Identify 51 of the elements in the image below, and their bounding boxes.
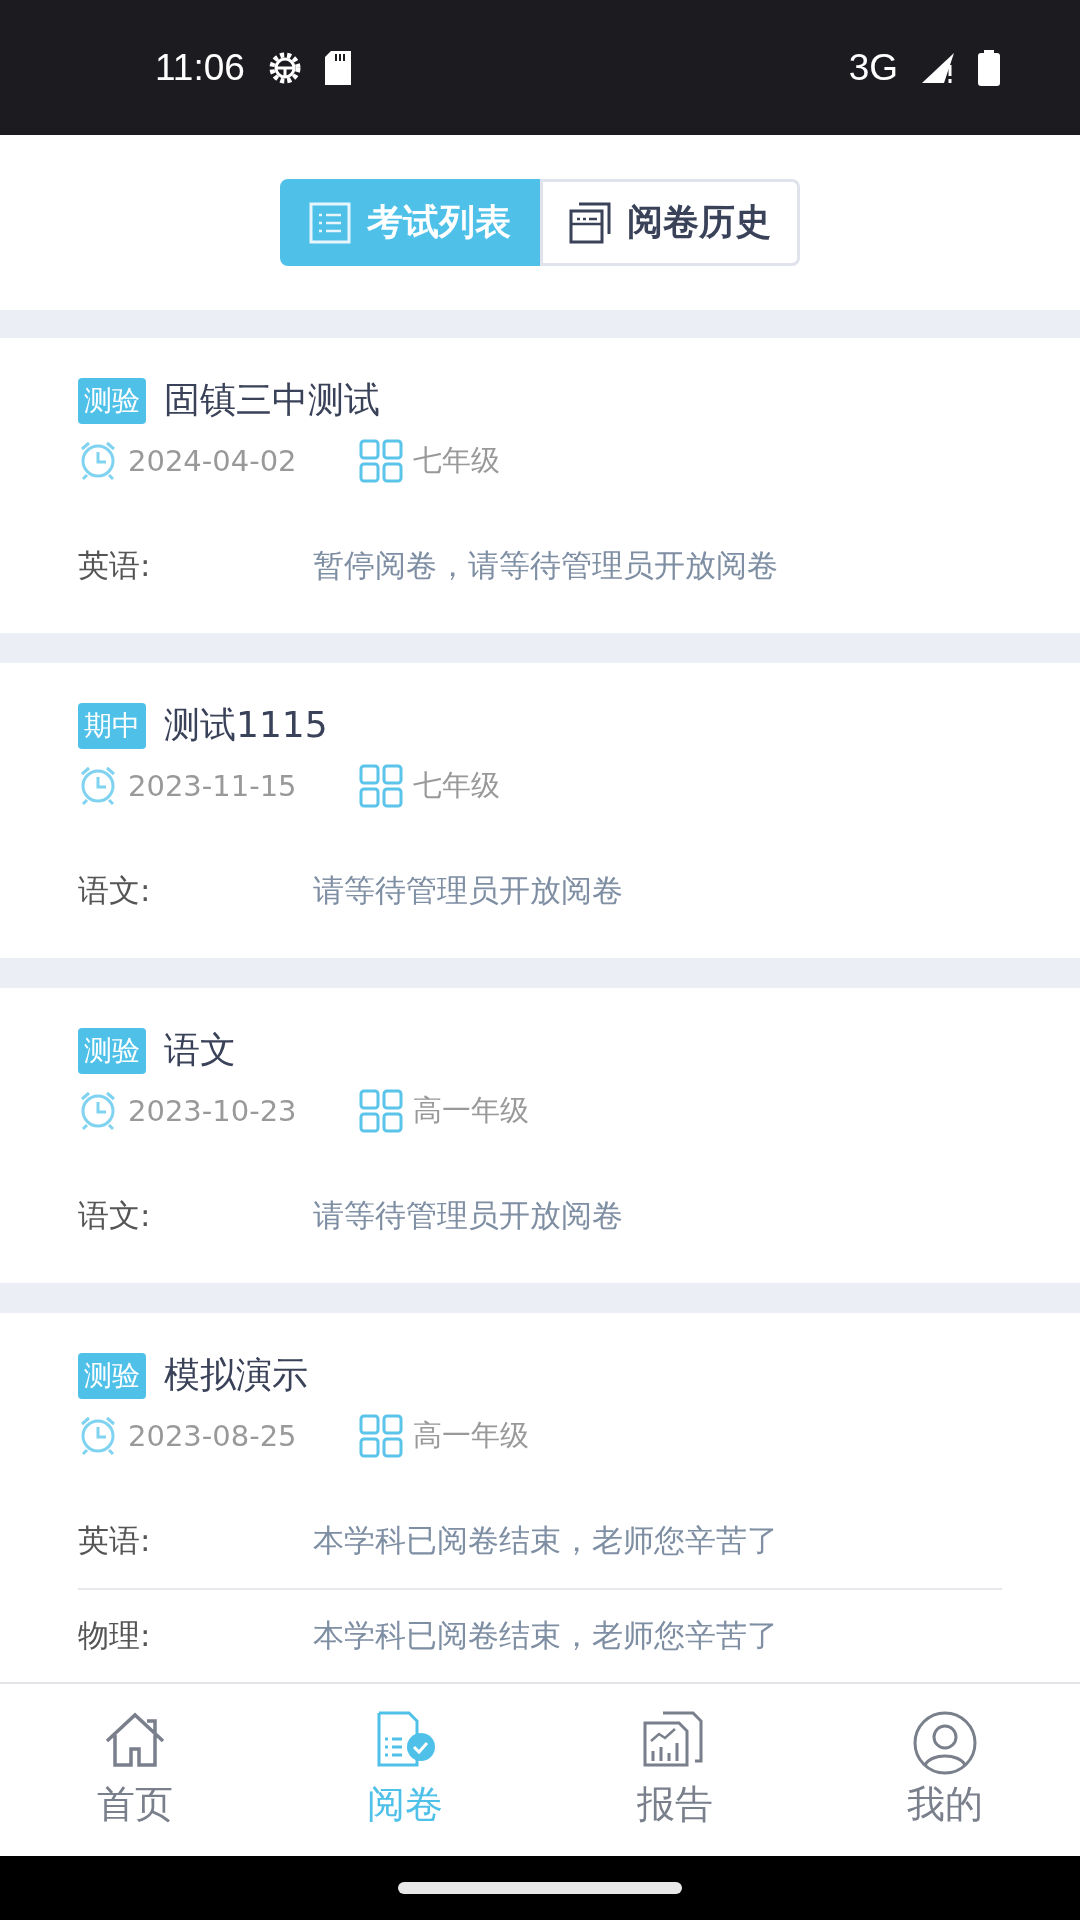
exam-date: 2023-10-23 [128,1094,297,1128]
exam-title: 模拟演示 [164,1353,308,1397]
list-icon [309,201,351,244]
nav-tab[interactable]: 报告 [540,1684,810,1856]
exam-type-tag: 测验 [78,1027,146,1074]
exam-grade: 高一年级 [412,1417,529,1454]
exam-title: 测试1115 [164,703,328,747]
documents-icon [569,201,611,244]
subject-label: 英语: [78,1521,152,1560]
subject-label: 英语: [78,546,152,585]
sd-card-icon [324,50,353,85]
alarm-clock-icon [78,1090,118,1132]
status-time: 11:06 [155,46,245,89]
alarm-clock-icon [78,765,118,807]
exam-card[interactable]: 测验 固镇三中测试 2024-04-02 七年级 英语: 暂停阅卷，请等待管理员开放阅卷 [0,338,1080,633]
user-icon [913,1710,977,1775]
exam-grade: 高一年级 [412,1092,529,1129]
tab[interactable]: 阅卷历史 [540,179,800,266]
grid-icon [358,1089,403,1133]
exam-card[interactable]: 测验 模拟演示 2023-08-25 高一年级 英语: 本学科已阅卷结束，老师您辛苦了 物理: 本学科已阅卷结束，老师您辛苦了 [0,1313,1080,1682]
home-indicator[interactable] [398,1882,682,1894]
exam-grade: 七年级 [412,442,500,479]
grading-status: 请等待管理员开放阅卷 [313,1196,623,1235]
exam-type-tag: 测验 [78,1352,146,1399]
exam-date: 2024-04-02 [128,444,297,478]
nav-tab[interactable]: 首页 [0,1684,270,1856]
subject-label: 物理: [78,1616,152,1655]
signal-icon [920,50,956,85]
exam-grade: 七年级 [412,767,500,804]
exam-date: 2023-08-25 [128,1419,297,1453]
network-label: 3G [848,46,898,89]
exam-type-tag: 期中 [78,702,146,749]
exam-title: 固镇三中测试 [164,378,380,422]
exam-card[interactable]: 测验 语文 2023-10-23 高一年级 语文: 请等待管理员开放阅卷 [0,988,1080,1283]
grid-icon [358,1414,403,1458]
grading-status: 本学科已阅卷结束，老师您辛苦了 [313,1521,778,1560]
subject-label: 语文: [78,871,152,910]
exam-card[interactable]: 期中 测试1115 2023-11-15 七年级 语文: 请等待管理员开放阅卷 [0,663,1080,958]
alarm-clock-icon [78,440,118,482]
exam-date: 2023-11-15 [128,769,297,803]
grading-status: 暂停阅卷，请等待管理员开放阅卷 [313,546,778,585]
battery-icon [978,49,1000,86]
subject-label: 语文: [78,1196,152,1235]
grading-status: 请等待管理员开放阅卷 [313,871,623,910]
grading-status: 本学科已阅卷结束，老师您辛苦了 [313,1616,778,1655]
grid-icon [358,439,403,483]
nav-tab[interactable]: 我的 [810,1684,1080,1856]
exam-title: 语文 [164,1028,236,1072]
grid-icon [358,764,403,808]
alarm-clock-icon [78,1415,118,1457]
exam-type-tag: 测验 [78,377,146,424]
